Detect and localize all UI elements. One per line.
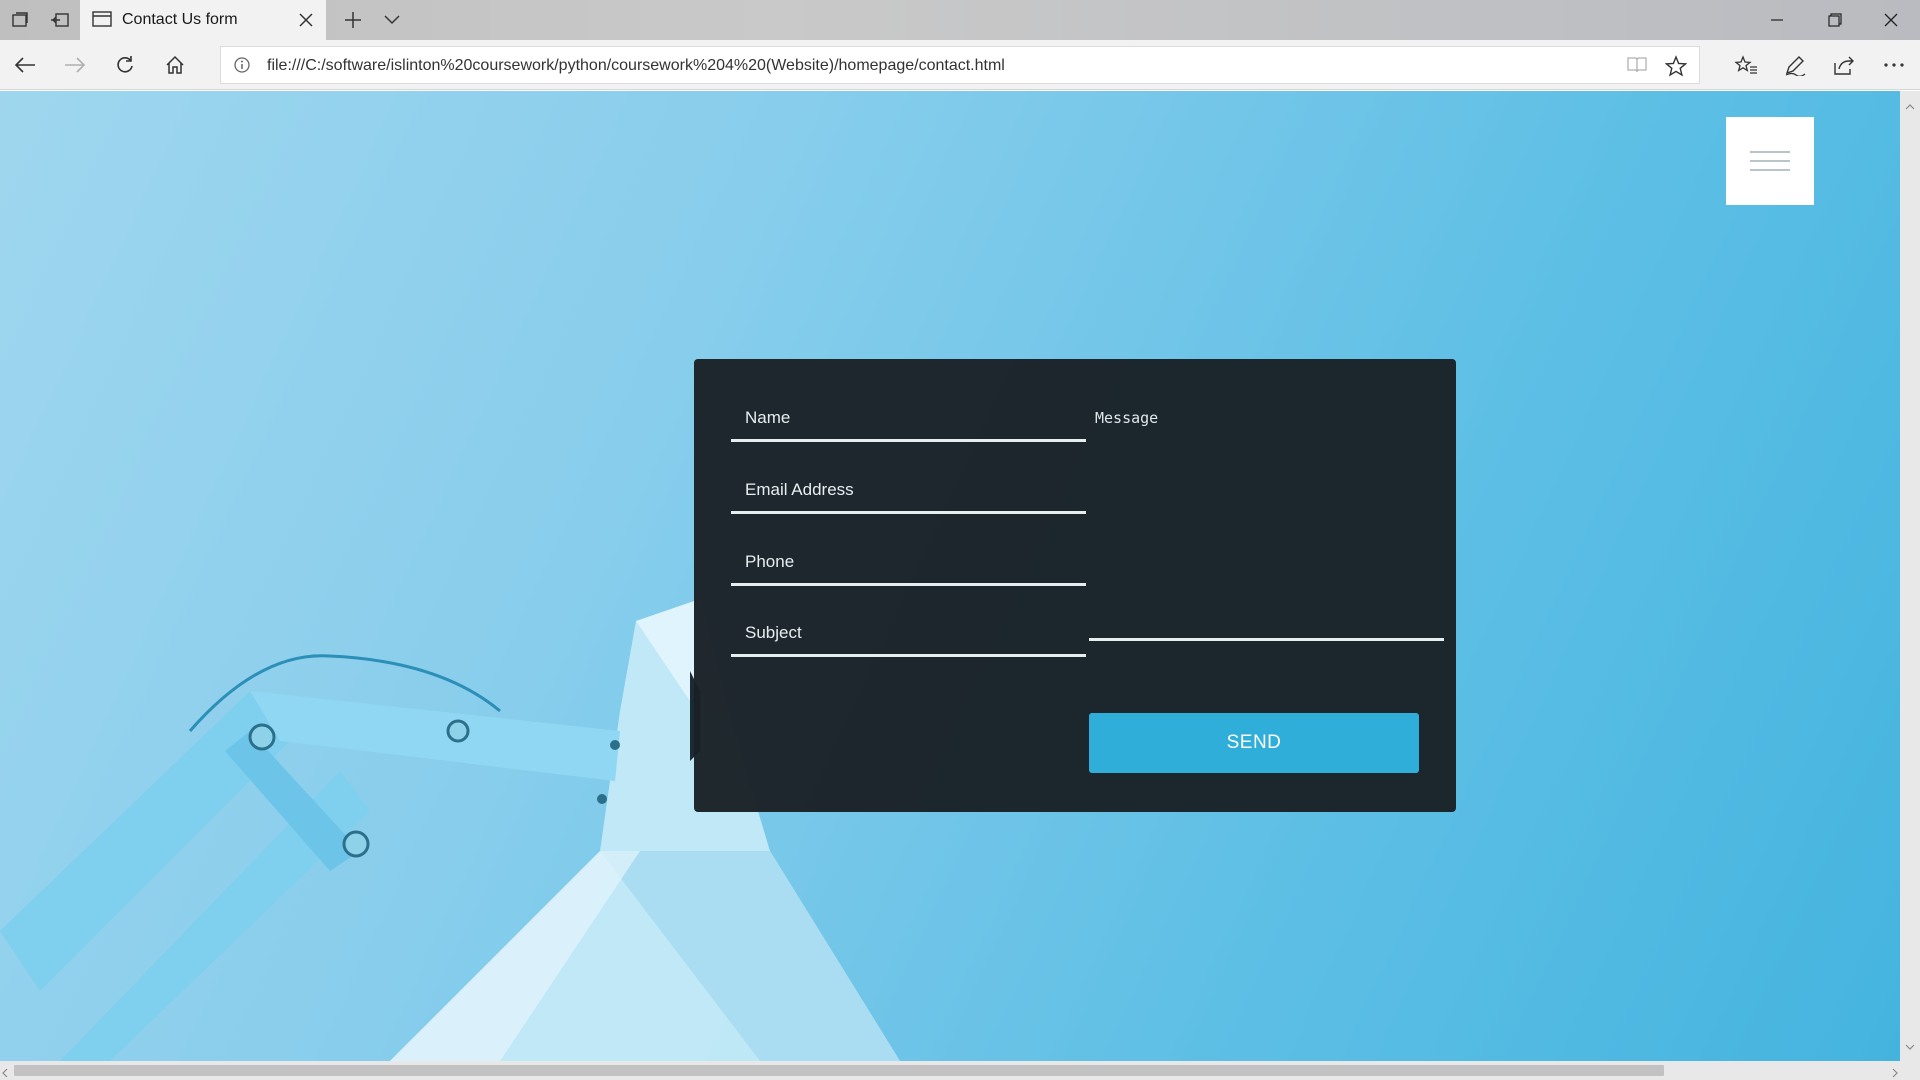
restore-icon[interactable] — [1806, 0, 1864, 40]
message-placeholder: Message — [1095, 409, 1159, 427]
star-icon[interactable] — [1664, 55, 1688, 82]
scroll-down-icon[interactable] — [1905, 1037, 1915, 1055]
horizontal-scroll-thumb[interactable] — [14, 1065, 1664, 1076]
reading-view-icon[interactable] — [1627, 56, 1647, 79]
menu-button[interactable] — [1726, 117, 1814, 205]
email-placeholder: Email Address — [745, 480, 854, 499]
info-icon[interactable] — [233, 56, 251, 79]
close-window-icon[interactable] — [1862, 0, 1920, 40]
scroll-left-icon[interactable] — [2, 1065, 8, 1080]
refresh-icon[interactable] — [110, 50, 140, 80]
vertical-scrollbar[interactable] — [1900, 91, 1920, 1061]
set-aside-tabs-icon[interactable] — [48, 8, 72, 32]
phone-placeholder: Phone — [745, 552, 795, 571]
subject-placeholder: Subject — [745, 623, 802, 642]
send-button[interactable]: SEND — [1089, 713, 1419, 773]
hamburger-icon — [1750, 144, 1790, 178]
back-arrow-icon[interactable] — [10, 50, 40, 80]
address-bar[interactable]: file:///C:/software/islinton%20coursewor… — [220, 46, 1700, 84]
message-textarea[interactable]: Message — [1089, 409, 1444, 641]
favorites-hub-icon[interactable] — [1731, 50, 1761, 80]
title-bar: Contact Us form — [0, 0, 1920, 40]
home-icon[interactable] — [160, 50, 190, 80]
url-text[interactable]: file:///C:/software/islinton%20coursewor… — [267, 57, 1005, 75]
minimize-icon[interactable] — [1748, 0, 1806, 40]
scroll-right-icon[interactable] — [1892, 1065, 1898, 1080]
tab-title: Contact Us form — [122, 11, 238, 28]
tab-contact-us[interactable]: Contact Us form — [80, 0, 326, 40]
share-icon[interactable] — [1829, 50, 1859, 80]
chevron-down-icon[interactable] — [380, 8, 404, 32]
plus-icon[interactable] — [341, 8, 365, 32]
page-viewport: Name Email Address Phone Subject Message… — [0, 91, 1900, 1061]
page-icon — [92, 10, 112, 33]
phone-field[interactable]: Phone — [731, 538, 1086, 586]
scroll-up-icon[interactable] — [1905, 97, 1915, 115]
close-icon[interactable] — [294, 8, 318, 32]
name-field[interactable]: Name — [731, 394, 1086, 442]
address-toolbar: file:///C:/software/islinton%20coursewor… — [0, 40, 1920, 90]
subject-field[interactable]: Subject — [731, 609, 1086, 657]
email-field[interactable]: Email Address — [731, 466, 1086, 514]
horizontal-scrollbar[interactable] — [0, 1061, 1920, 1080]
more-icon[interactable] — [1879, 50, 1909, 80]
pen-icon[interactable] — [1780, 50, 1810, 80]
contact-form: Name Email Address Phone Subject Message… — [694, 359, 1456, 812]
tab-list-icon[interactable] — [8, 8, 32, 32]
name-placeholder: Name — [745, 408, 791, 427]
forward-arrow-icon[interactable] — [60, 50, 90, 80]
